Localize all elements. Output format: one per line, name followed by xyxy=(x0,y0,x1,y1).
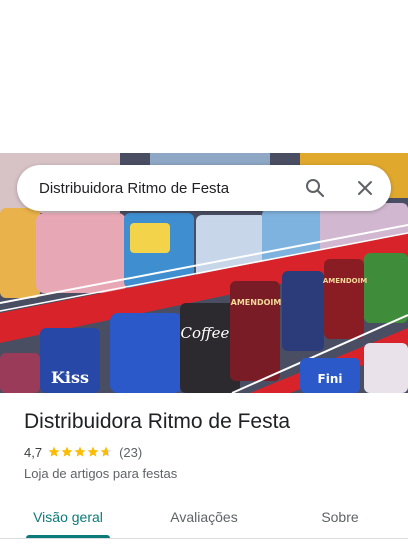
rating-stars xyxy=(48,446,113,458)
rating-row[interactable]: 4,7 (23) xyxy=(24,443,394,461)
star-icon xyxy=(100,446,112,457)
search-bar[interactable]: Distribuidora Ritmo de Festa xyxy=(17,165,391,211)
star-icon xyxy=(87,446,99,457)
place-page: Kiss Coffee AMENDOIM AMENDOIM Fini Distr… xyxy=(0,0,408,546)
star-icon xyxy=(48,446,60,457)
close-button[interactable] xyxy=(353,176,377,200)
place-info: Distribuidora Ritmo de Festa 4,7 (23) Lo… xyxy=(24,408,394,481)
rating-value: 4,7 xyxy=(24,444,43,460)
search-input[interactable]: Distribuidora Ritmo de Festa xyxy=(39,180,303,197)
close-icon xyxy=(358,181,372,195)
place-tabs: Visão geral Avaliações Sobre xyxy=(0,495,408,538)
place-category: Loja de artigos para festas xyxy=(24,466,178,481)
tabs-divider xyxy=(0,538,408,539)
package-label: AMENDOIM xyxy=(231,298,282,307)
package-label: Fini xyxy=(318,372,343,386)
search-icon xyxy=(306,179,325,198)
search-button[interactable] xyxy=(303,176,327,200)
package-label: Coffee xyxy=(181,324,230,342)
package-label: AMENDOIM xyxy=(323,277,367,285)
reviews-count: (23) xyxy=(119,444,143,460)
tab-reviews[interactable]: Avaliações xyxy=(136,495,272,538)
tab-overview[interactable]: Visão geral xyxy=(0,495,136,538)
star-icon xyxy=(74,446,86,457)
star-icon xyxy=(61,446,73,457)
tab-about[interactable]: Sobre xyxy=(272,495,408,538)
place-title: Distribuidora Ritmo de Festa xyxy=(24,410,291,433)
package-label: Kiss xyxy=(51,368,89,387)
